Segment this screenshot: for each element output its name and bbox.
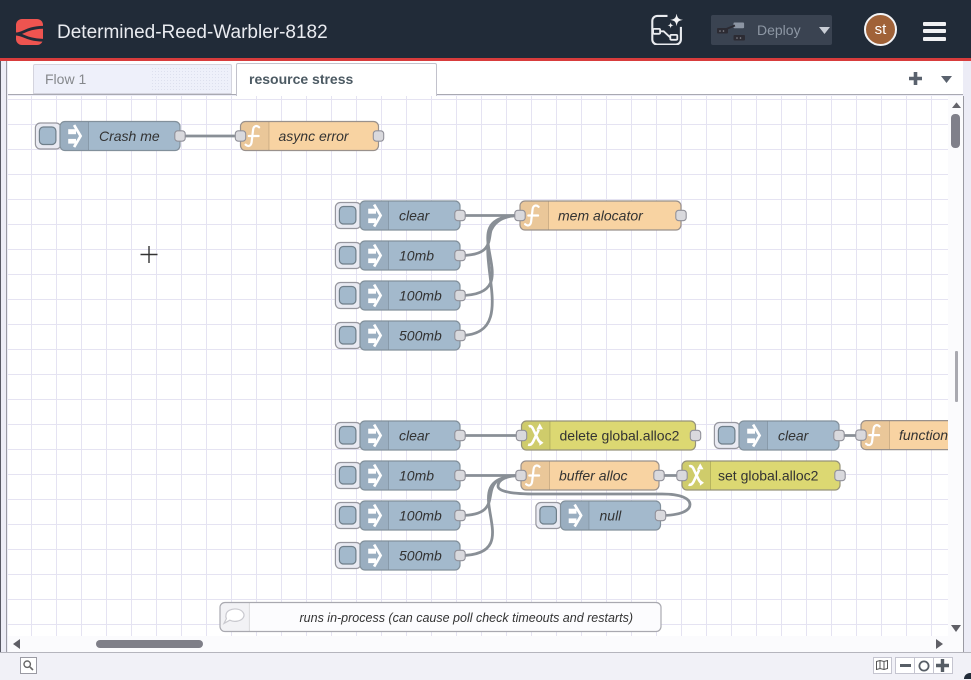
svg-text:500mb: 500mb — [399, 328, 442, 344]
svg-text:delete global.alloc2: delete global.alloc2 — [560, 428, 680, 444]
svg-text:buffer alloc: buffer alloc — [559, 468, 627, 484]
svg-text:clear: clear — [778, 428, 810, 444]
svg-text:10mb: 10mb — [399, 468, 434, 484]
svg-text:10mb: 10mb — [399, 248, 434, 264]
svg-text:function: function — [899, 427, 948, 443]
svg-text:100mb: 100mb — [399, 508, 442, 524]
svg-text:500mb: 500mb — [399, 548, 442, 564]
svg-text:null: null — [600, 508, 623, 524]
svg-text:clear: clear — [399, 208, 431, 224]
svg-text:clear: clear — [399, 428, 431, 444]
svg-text:set global.alloc2: set global.alloc2 — [718, 468, 819, 484]
svg-text:Crash me: Crash me — [99, 128, 160, 144]
svg-text:runs in-process (can cause pol: runs in-process (can cause poll check ti… — [300, 611, 633, 625]
svg-text:async error: async error — [279, 128, 350, 144]
svg-text:mem alocator: mem alocator — [558, 208, 644, 224]
svg-text:100mb: 100mb — [399, 288, 442, 304]
